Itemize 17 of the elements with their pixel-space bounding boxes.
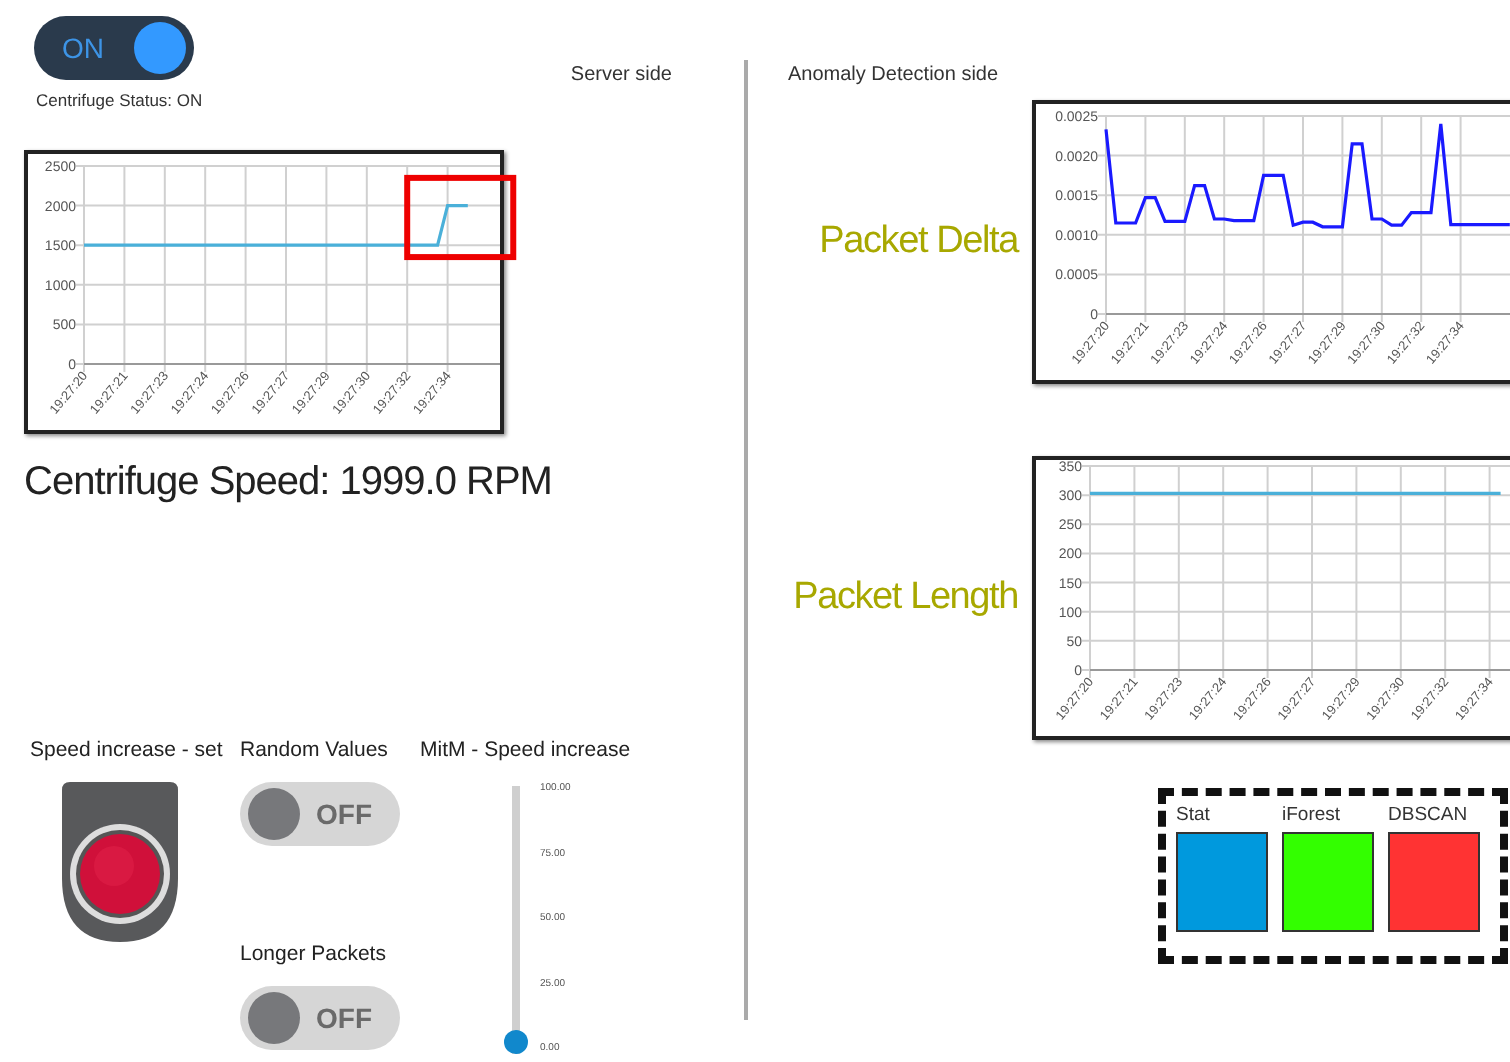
section-header: Server side bbox=[570, 62, 672, 86]
toggle-switch[interactable]: OFF bbox=[240, 782, 400, 846]
chart-label: Packet Length bbox=[793, 576, 1018, 620]
control-label: Speed increase - set bbox=[30, 738, 223, 762]
toggle-switch[interactable]: OFF bbox=[240, 986, 400, 1050]
detector-label: DBSCAN bbox=[1388, 804, 1470, 826]
detector-label: Stat bbox=[1176, 804, 1212, 826]
detector-label: iForest bbox=[1282, 804, 1343, 826]
section-header: Anomaly Detection side bbox=[788, 62, 999, 86]
slider-thumb[interactable] bbox=[504, 1030, 528, 1054]
chart-label: Packet Delta bbox=[819, 220, 1018, 264]
toggle-switch[interactable]: ON bbox=[34, 16, 194, 80]
control-label: Longer Packets bbox=[240, 942, 386, 966]
control-label: Random Values bbox=[240, 738, 388, 762]
status-caption: Centrifuge Status: ON bbox=[36, 90, 203, 110]
speed-readout: Centrifuge Speed: 1999.0 RPM bbox=[24, 458, 552, 508]
control-label: MitM - Speed increase bbox=[420, 738, 631, 762]
